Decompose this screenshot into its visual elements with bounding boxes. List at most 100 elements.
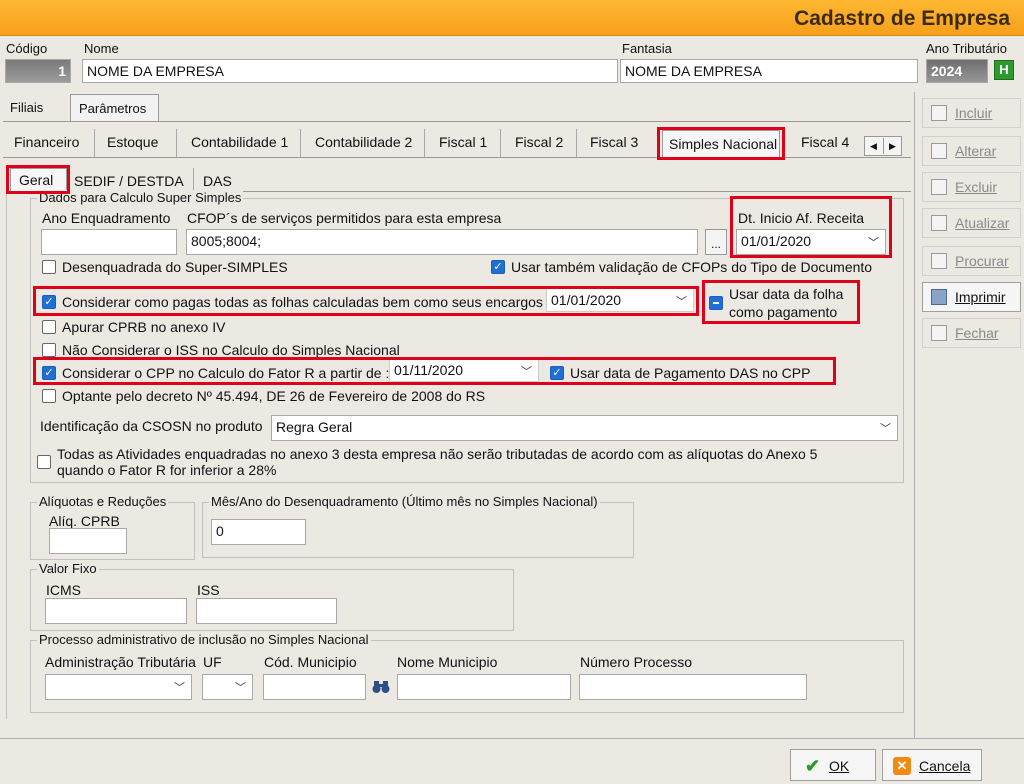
excluir-button[interactable]: Excluir — [922, 172, 1021, 202]
tab-geral-label: Geral — [19, 172, 54, 188]
iss-label: ISS — [197, 582, 220, 598]
usar-data-folha-checkbox[interactable] — [709, 296, 723, 310]
usar-cfop-checkbox[interactable]: ✓ — [491, 260, 505, 274]
csosn-value: Regra Geral — [276, 419, 353, 435]
nome-field[interactable]: NOME DA EMPRESA — [82, 59, 618, 83]
csosn-select[interactable]: Regra Geral ﹀ — [271, 415, 898, 441]
tab-sedif[interactable]: SEDIF / DESTDA — [74, 173, 184, 189]
incluir-label: Incluir — [955, 105, 993, 121]
iss-field[interactable] — [196, 598, 337, 624]
cancel-label: Cancela — [919, 758, 971, 774]
ano-enquadramento-field[interactable] — [41, 229, 177, 255]
ok-button[interactable]: ✔ OK — [790, 749, 876, 781]
aliquotas-group-title: Alíquotas e Reduções — [37, 494, 169, 509]
considerar-pagas-checkbox[interactable]: ✓ — [42, 295, 56, 309]
usar-data-folha-label-2: como pagamento — [729, 304, 838, 320]
processo-group-title: Processo administrativo de inclusão no S… — [37, 632, 371, 647]
cod-municipio-label: Cód. Municipio — [264, 654, 357, 670]
cpp-date[interactable]: 01/11/2020 ﹀ — [389, 358, 539, 382]
ano-tributario-field[interactable]: 2024 — [926, 59, 988, 83]
todas-atividades-label-1: Todas as Atividades enquadradas no anexo… — [57, 446, 818, 462]
imprimir-button[interactable]: Imprimir — [922, 282, 1021, 312]
apurar-cprb-checkbox[interactable] — [42, 320, 56, 334]
tab-sep — [94, 129, 95, 157]
numero-processo-field[interactable] — [579, 674, 807, 700]
tab-fiscal-3[interactable]: Fiscal 3 — [590, 134, 638, 150]
tab-simples-nacional-label: Simples Nacional — [669, 136, 778, 152]
considerar-pagas-date[interactable]: 01/01/2020 ﹀ — [546, 288, 694, 312]
cancel-icon: ✕ — [893, 757, 911, 775]
tab-fiscal-2[interactable]: Fiscal 2 — [515, 134, 563, 150]
atualizar-label: Atualizar — [955, 215, 1010, 231]
fantasia-field[interactable]: NOME DA EMPRESA — [620, 59, 918, 83]
codigo-label: Código — [6, 41, 48, 56]
decreto-checkbox[interactable] — [42, 389, 56, 403]
nome-municipio-field[interactable] — [397, 674, 571, 700]
atualizar-button[interactable]: Atualizar — [922, 208, 1021, 238]
binoculars-icon[interactable] — [372, 680, 390, 694]
mes-ano-group-title: Mês/Ano do Desenquadramento (Último mês … — [209, 494, 600, 509]
printer-icon — [931, 289, 947, 305]
tab-das[interactable]: DAS — [203, 173, 232, 189]
nome-municipio-label: Nome Municipio — [397, 654, 498, 670]
todas-atividades-checkbox[interactable] — [37, 455, 51, 469]
tab-sep — [176, 129, 177, 157]
scroll-right-icon[interactable]: ▶ — [889, 137, 896, 155]
chevron-down-icon: ﹀ — [676, 296, 687, 308]
cfop-ellipsis-button[interactable]: ... — [705, 229, 727, 255]
alterar-button[interactable]: Alterar — [922, 136, 1021, 166]
tab-simples-nacional[interactable]: Simples Nacional — [662, 130, 780, 158]
uf-select[interactable]: ﹀ — [202, 674, 253, 700]
cancel-button[interactable]: ✕ Cancela — [882, 749, 982, 781]
window-title: Cadastro de Empresa — [794, 7, 1010, 30]
fechar-button[interactable]: Fechar — [922, 318, 1021, 348]
chevron-down-icon: ﹀ — [521, 366, 532, 378]
tab-parametros[interactable]: Parâmetros — [70, 94, 159, 122]
tab-sep — [576, 129, 577, 157]
excluir-label: Excluir — [955, 179, 998, 195]
chevron-down-icon: ﹀ — [174, 682, 185, 694]
adm-tributaria-select[interactable]: ﹀ — [45, 674, 192, 700]
nao-iss-label: Não Considerar o ISS no Calculo do Simpl… — [62, 342, 400, 358]
dt-inicio-value: 01/01/2020 — [741, 233, 812, 249]
cpp-date-value: 01/11/2020 — [394, 362, 464, 378]
tab-financeiro[interactable]: Financeiro — [14, 134, 79, 150]
tab-contabilidade-2[interactable]: Contabilidade 2 — [315, 134, 412, 150]
codigo-field[interactable]: 1 — [5, 59, 71, 83]
considerar-pagas-label: Considerar como pagas todas as folhas ca… — [62, 294, 543, 310]
dt-inicio-select[interactable]: 01/01/2020 ﹀ — [736, 229, 886, 255]
aliq-cprb-field[interactable] — [49, 528, 127, 554]
nome-label: Nome — [84, 41, 119, 56]
fantasia-label: Fantasia — [622, 41, 672, 56]
tab-filiais[interactable]: Filiais — [10, 100, 43, 115]
nao-iss-checkbox[interactable] — [42, 343, 56, 357]
decreto-label: Optante pelo decreto Nº 45.494, DE 26 de… — [62, 388, 486, 404]
considerar-pagas-date-value: 01/01/2020 — [551, 292, 622, 308]
cod-municipio-field[interactable] — [263, 674, 366, 700]
procurar-button[interactable]: Procurar — [922, 246, 1021, 276]
tab-fiscal-1[interactable]: Fiscal 1 — [439, 134, 487, 150]
history-icon[interactable]: H — [994, 60, 1014, 80]
tab-contabilidade-1[interactable]: Contabilidade 1 — [191, 134, 288, 150]
cfop-field[interactable]: 8005;8004; — [186, 229, 698, 255]
incluir-button[interactable]: Incluir — [922, 98, 1021, 128]
tab-estoque[interactable]: Estoque — [107, 134, 158, 150]
sub-tab-divider — [3, 157, 911, 158]
trash-icon — [931, 179, 947, 195]
icms-field[interactable] — [45, 598, 187, 624]
cpp-checkbox[interactable]: ✓ — [42, 366, 56, 380]
usar-das-checkbox[interactable]: ✓ — [550, 366, 564, 380]
side-panel-border — [914, 92, 915, 738]
ano-enquadramento-label: Ano Enquadramento — [42, 210, 171, 226]
chevron-down-icon: ﹀ — [868, 237, 879, 249]
usar-das-label: Usar data de Pagamento DAS no CPP — [570, 365, 811, 381]
tab-fiscal-4[interactable]: Fiscal 4 — [801, 134, 849, 150]
tab-geral[interactable]: Geral — [10, 168, 67, 192]
uf-label: UF — [203, 654, 222, 670]
tab-sep — [193, 168, 194, 190]
desenquadrada-checkbox[interactable] — [42, 260, 56, 274]
scroll-left-icon[interactable]: ◀ — [870, 137, 877, 155]
mes-ano-field[interactable]: 0 — [211, 519, 306, 545]
title-bar: Cadastro de Empresa — [0, 0, 1024, 36]
tab-parametros-label: Parâmetros — [79, 101, 147, 116]
